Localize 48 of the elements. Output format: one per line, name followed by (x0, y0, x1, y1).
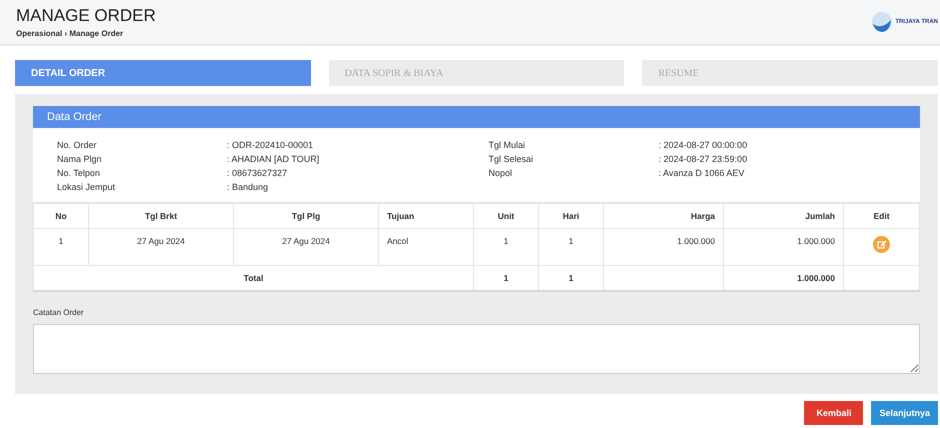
info-value: : ODR-202410-00001 (227, 140, 314, 150)
info-label: No. Order (57, 140, 98, 150)
info-value: : AHADIAN [AD TOUR] (227, 154, 320, 164)
table-cell: Ancol (378, 228, 474, 266)
page-title: MANAGE ORDER (16, 6, 156, 26)
info-value: : 08673627327 (227, 168, 288, 178)
info-value: : Avanza D 1066 AEV (658, 168, 744, 178)
table-cell: 1 (538, 266, 604, 291)
info-label: Lokasi Jemput (57, 182, 116, 192)
column-header: Hari (538, 203, 604, 228)
edit-icon (876, 240, 886, 250)
tab[interactable]: RESUME (642, 60, 938, 86)
info-label: Tgl Selesai (488, 154, 534, 164)
info-label: Nama Plgn (57, 154, 103, 164)
column-header: Jumlah (724, 203, 844, 228)
column-header: Tgl Brkt (88, 203, 234, 228)
table-cell: 1 (474, 228, 538, 266)
info-value: : Bandung (227, 182, 268, 192)
table-cell: 1.000.000 (724, 266, 844, 291)
total-label: Total (34, 266, 474, 291)
table-cell: 1.000.000 (724, 228, 844, 266)
column-header: Unit (474, 203, 538, 228)
tab[interactable]: DETAIL ORDER (15, 60, 311, 86)
table-cell: 27 Agu 2024 (88, 228, 234, 266)
column-header: Tujuan (378, 203, 474, 228)
table-cell: 27 Agu 2024 (234, 228, 378, 266)
logo-icon (871, 11, 894, 33)
tab[interactable]: DATA SOPIR & BIAYA (328, 60, 624, 86)
column-header: Harga (604, 203, 724, 228)
notes-label: Catatan Order (33, 308, 85, 317)
notes-field[interactable] (33, 324, 920, 374)
table-cell: 1 (474, 266, 538, 291)
column-header: Tgl Plg (234, 203, 378, 228)
table-cell: 1 (34, 228, 88, 266)
next-button[interactable]: Selanjutnya (871, 401, 938, 425)
card-title: Data Order (47, 111, 102, 123)
breadcrumb: Operasional › Manage Order (16, 29, 124, 38)
info-label: Tgl Mulai (488, 140, 526, 150)
info-value: : 2024-08-27 00:00:00 (658, 140, 748, 150)
edit-button[interactable] (873, 236, 890, 253)
table-cell: 1 (538, 228, 604, 266)
info-value: : 2024-08-27 23:59:00 (658, 154, 748, 164)
column-header: Edit (844, 203, 920, 228)
table-cell: 1.000.000 (604, 228, 724, 266)
back-button[interactable]: Kembali (804, 401, 864, 425)
info-label: Nopol (488, 168, 514, 178)
info-label: No. Telpon (57, 168, 101, 178)
column-header: No (34, 203, 88, 228)
